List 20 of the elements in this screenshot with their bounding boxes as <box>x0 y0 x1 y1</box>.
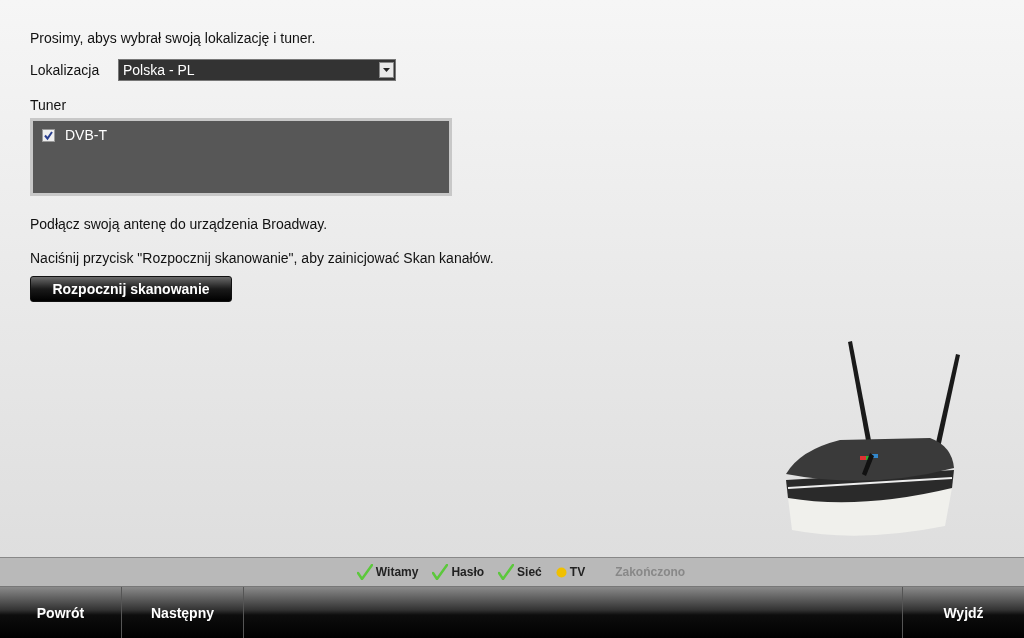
exit-button[interactable]: Wyjdź <box>902 587 1024 638</box>
antenna-note: Podłącz swoją antenę do urządzenia Broadway. <box>30 216 328 232</box>
scan-note: Naciśnij przycisk "Rozpocznij skanowanie", aby zainicjować Skan kanałów. <box>30 250 494 266</box>
location-dropdown[interactable]: Polska - PL <box>118 59 396 81</box>
tuner-option-label: DVB-T <box>65 127 107 143</box>
status-dot-icon <box>555 566 567 578</box>
checkmark-icon <box>432 564 449 580</box>
step-label: Sieć <box>498 564 542 580</box>
nav-button[interactable]: Powrót <box>0 587 122 638</box>
start-scan-button[interactable]: Rozpocznij skanowanie <box>30 276 232 302</box>
step-label: TV <box>555 565 586 579</box>
checkmark-icon <box>356 564 373 580</box>
step-label: Witamy <box>356 564 419 580</box>
nav-button[interactable]: Następny <box>122 587 244 638</box>
checkmark-icon <box>498 564 515 580</box>
step-label: Hasło <box>432 564 485 580</box>
location-label: Lokalizacja <box>30 62 101 78</box>
intro-text: Prosimy, abys wybrał swoją lokalizację i tuner. <box>30 30 316 46</box>
tuner-label: Tuner <box>30 97 67 113</box>
tuner-checkbox[interactable] <box>42 128 55 142</box>
